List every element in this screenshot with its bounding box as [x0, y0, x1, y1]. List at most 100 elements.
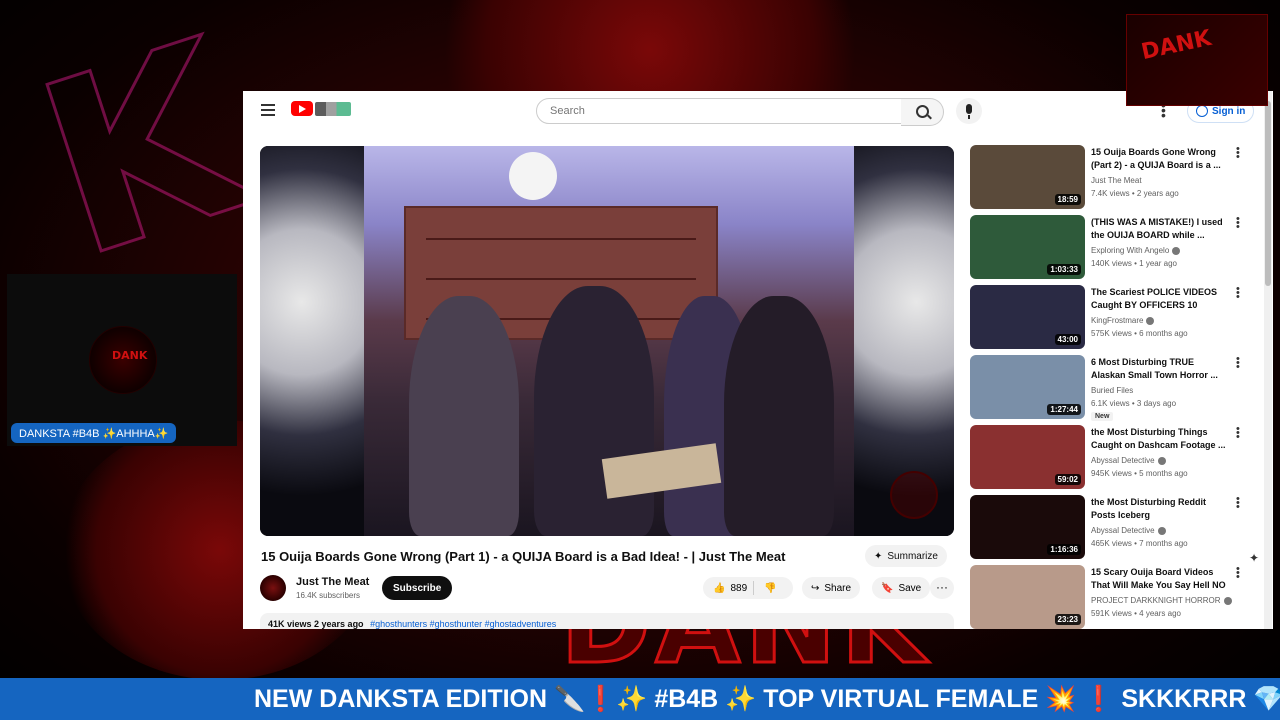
save-button[interactable]: 🔖 Save [872, 577, 931, 599]
recommendation-title[interactable]: 15 Scary Ouija Board Videos That Will Ma… [1091, 566, 1227, 592]
sparkle-icon: ✦ [874, 550, 883, 562]
youtube-doodle-icon [315, 101, 351, 116]
corner-logo: DANK [1126, 14, 1268, 106]
streamer-name-badge: DANKSTA #B4B ✨AHHHA✨ [11, 423, 177, 443]
bookmark-icon: 🔖 [881, 582, 894, 594]
recommendation-channel-name: Exploring With Angelo [1091, 246, 1170, 255]
channel-subscribers: 16.4K subscribers [296, 591, 361, 600]
recommendation-thumbnail[interactable]: 18:59 [970, 145, 1085, 209]
recommendation-channel[interactable]: Abyssal Detective [1091, 526, 1166, 535]
search-box [536, 98, 902, 124]
sign-in-label: Sign in [1212, 105, 1246, 117]
video-title: 15 Ouija Boards Gone Wrong (Part 1) - a … [261, 549, 786, 564]
recommendation-channel-name: Just The Meat [1091, 176, 1142, 185]
recommendation-item[interactable]: 59:02 the Most Disturbing Things Caught o… [970, 424, 1260, 491]
recommendation-item[interactable]: 18:59 15 Ouija Boards Gone Wrong (Part 2)… [970, 144, 1260, 211]
person-figure [534, 286, 654, 536]
recommendation-title[interactable]: the Most Disturbing Reddit Posts Iceberg [1091, 496, 1227, 522]
recommendation-thumbnail[interactable]: 59:02 [970, 425, 1085, 489]
youtube-window: ••• Sign in 15 Ouija Boards Gone Wrong (… [243, 91, 1273, 629]
share-label: Share [824, 582, 852, 594]
summarize-label: Summarize [887, 550, 938, 562]
recommendation-channel-name: Abyssal Detective [1091, 456, 1155, 465]
recommendation-channel[interactable]: PROJECT DARKKNIGHT HORROR [1091, 596, 1232, 605]
scrollbar[interactable] [1264, 91, 1272, 629]
subscribe-button[interactable]: Subscribe [382, 576, 453, 600]
recommendation-kebab-icon[interactable]: • • • [1236, 144, 1240, 163]
recommendation-kebab-icon[interactable]: • • • [1236, 284, 1240, 303]
recommendation-title[interactable]: 6 Most Disturbing TRUE Alaskan Small Tow… [1091, 356, 1227, 382]
recommendation-views: 945K views • 5 months ago [1091, 469, 1188, 478]
youtube-play-icon [291, 101, 313, 116]
channel-name[interactable]: Just The Meat [296, 576, 369, 588]
verified-icon [1172, 246, 1181, 255]
recommendation-thumbnail[interactable]: 43:00 [970, 285, 1085, 349]
recommendation-thumbnail[interactable]: 1:16:36 [970, 495, 1085, 559]
scrollbar-thumb[interactable] [1265, 101, 1271, 286]
recommendation-kebab-icon[interactable]: • • • [1236, 564, 1240, 583]
person-figure [409, 296, 519, 536]
recommendation-thumbnail[interactable]: 23:23 [970, 565, 1085, 629]
thumbs-up-icon: 👍 [713, 582, 726, 594]
dislike-button[interactable]: 👎 [754, 583, 786, 594]
channel-watermark-icon[interactable] [890, 471, 938, 519]
channel-avatar[interactable] [260, 575, 286, 601]
recommendation-channel[interactable]: Exploring With Angelo [1091, 246, 1181, 255]
like-dislike-group: 👍 889 👎 [703, 577, 793, 599]
hamburger-menu-icon[interactable] [261, 104, 275, 116]
recommendation-channel-name: KingFrostmare [1091, 316, 1144, 325]
recommendation-channel-name: Abyssal Detective [1091, 526, 1155, 535]
recommendation-channel-name: PROJECT DARKKNIGHT HORROR [1091, 596, 1221, 605]
recommendation-item[interactable]: 23:23 15 Scary Ouija Board Videos That Wi… [970, 564, 1260, 629]
recommendation-item[interactable]: 1:27:44 6 Most Disturbing TRUE Alaskan Sm… [970, 354, 1260, 421]
video-meta: 41K views 2 years ago [268, 619, 364, 629]
recommendation-item[interactable]: 43:00 The Scariest POLICE VIDEOS Caught B… [970, 284, 1260, 351]
verified-icon [1157, 526, 1166, 535]
search-button[interactable] [901, 98, 944, 126]
recommendation-views: 6.1K views • 3 days ago [1091, 399, 1177, 408]
share-button[interactable]: ↪ Share [802, 577, 861, 599]
recommendation-channel[interactable]: Abyssal Detective [1091, 456, 1166, 465]
recommendation-channel[interactable]: Buried Files [1091, 386, 1133, 395]
video-side-panel-left [260, 146, 364, 536]
search-input[interactable] [548, 104, 882, 118]
recommendation-kebab-icon[interactable]: • • • [1236, 424, 1240, 443]
ticker-text: NEW DANKSTA EDITION 🔪❗✨ #B4B ✨ TOP VIRTU… [254, 685, 1280, 713]
duration-badge: 1:27:44 [1047, 404, 1081, 415]
recommendation-thumbnail[interactable]: 1:27:44 [970, 355, 1085, 419]
youtube-logo[interactable] [291, 101, 351, 116]
recommendation-channel[interactable]: KingFrostmare [1091, 316, 1155, 325]
recommendation-title[interactable]: the Most Disturbing Things Caught on Das… [1091, 426, 1227, 452]
recommendation-views: 575K views • 6 months ago [1091, 329, 1188, 338]
search-icon [916, 105, 929, 118]
recommendation-title[interactable]: 15 Ouija Boards Gone Wrong (Part 2) - a … [1091, 146, 1227, 172]
summarize-button[interactable]: ✦ Summarize [865, 545, 947, 567]
recommendation-views: 591K views • 4 years ago [1091, 609, 1181, 618]
recommendation-views: 140K views • 1 year ago [1091, 259, 1177, 268]
duration-badge: 23:23 [1054, 614, 1081, 625]
voice-search-icon[interactable] [956, 98, 982, 124]
recommendation-thumbnail[interactable]: 1:03:33 [970, 215, 1085, 279]
recommendation-item[interactable]: 1:03:33 (THIS WAS A MISTAKE!) I used the … [970, 214, 1260, 281]
new-badge: New [1091, 412, 1114, 421]
description-box[interactable]: 41K views 2 years ago #ghosthunters #gho… [260, 613, 954, 629]
recommendation-channel[interactable]: Just The Meat [1091, 176, 1142, 185]
recommendation-title[interactable]: (THIS WAS A MISTAKE!) I used the OUIJA B… [1091, 216, 1227, 242]
recommendation-views: 7.4K views • 2 years ago [1091, 189, 1179, 198]
recommendation-item[interactable]: 1:16:36 the Most Disturbing Reddit Posts … [970, 494, 1260, 561]
recommendation-kebab-icon[interactable]: • • • [1236, 494, 1240, 513]
video-hashtags[interactable]: #ghosthunters #ghosthunter #ghostadventu… [370, 619, 556, 629]
recommendation-views: 465K views • 7 months ago [1091, 539, 1188, 548]
save-label: Save [898, 582, 922, 594]
recommendation-kebab-icon[interactable]: • • • [1236, 214, 1240, 233]
like-button[interactable]: 👍 889 [703, 581, 755, 595]
person-figure [724, 296, 834, 536]
channel-row: Just The Meat 16.4K subscribers Subscrib… [260, 575, 954, 603]
recommendation-title[interactable]: The Scariest POLICE VIDEOS Caught BY OFF… [1091, 286, 1227, 312]
video-player[interactable] [260, 146, 954, 536]
ticker-bar: NEW DANKSTA EDITION 🔪❗✨ #B4B ✨ TOP VIRTU… [0, 678, 1280, 720]
more-actions-icon[interactable]: ··· [930, 577, 954, 599]
ask-sparkle-icon[interactable]: ✦ [1249, 551, 1259, 565]
recommendation-kebab-icon[interactable]: • • • [1236, 354, 1240, 373]
top-bar: ••• Sign in [243, 91, 1273, 131]
